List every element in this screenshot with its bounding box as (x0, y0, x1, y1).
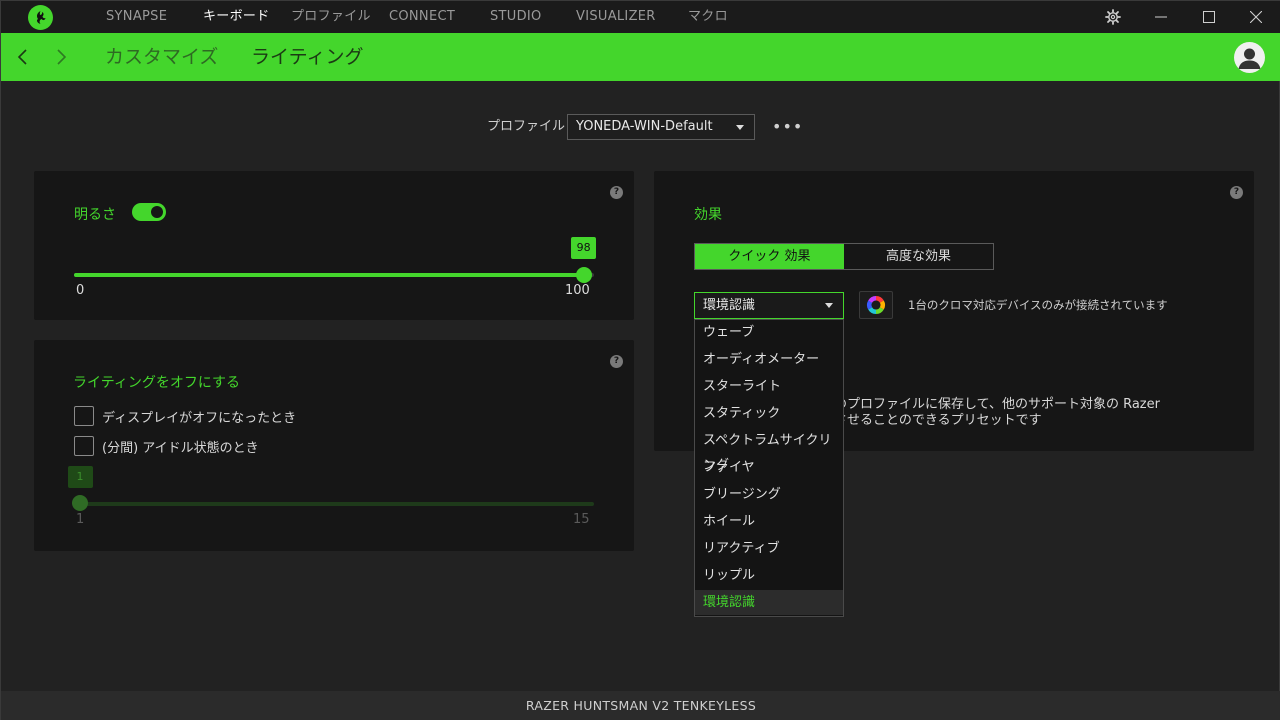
minimize-icon (1155, 16, 1167, 18)
topnav-profiles[interactable]: プロファイル (291, 1, 371, 33)
tab-quick-effects[interactable]: クイック 効果 (695, 244, 844, 269)
effect-option-ripple[interactable]: リップル (695, 563, 843, 588)
close-button[interactable] (1233, 1, 1279, 33)
idle-label: (分間) アイドル状態のとき (102, 441, 259, 456)
effect-selected-value: 環境認識 (703, 298, 756, 313)
brightness-label: 明るさ (74, 207, 116, 223)
subnav-lighting[interactable]: ライティング (251, 33, 363, 81)
profile-selected-value: YONEDA-WIN-Default (576, 119, 713, 134)
effects-title: 効果 (694, 207, 722, 223)
effect-option-breathing[interactable]: ブリージング (695, 482, 843, 507)
effect-option-starlight[interactable]: スターライト (695, 374, 843, 399)
chevron-right-icon (57, 49, 67, 65)
close-icon (1250, 11, 1262, 23)
more-options-icon[interactable]: ••• (772, 119, 802, 135)
idle-value-badge: 1 (67, 466, 93, 488)
maximize-button[interactable] (1186, 1, 1232, 33)
forward-button[interactable] (49, 45, 73, 69)
device-status-bar: RAZER HUNTSMAN V2 TENKEYLESS (1, 691, 1280, 720)
lighting-off-title: ライティングをオフにする (73, 375, 241, 391)
minimize-button[interactable] (1138, 1, 1184, 33)
idle-min-label: 1 (76, 512, 85, 527)
effect-option-spectrum-cycling[interactable]: スペクトラムサイクリング (695, 428, 843, 473)
effect-option-wave[interactable]: ウェーブ (695, 320, 843, 345)
gear-icon (1105, 9, 1121, 25)
caret-down-icon (825, 303, 833, 308)
topnav-studio[interactable]: STUDIO (490, 1, 542, 33)
maximize-icon (1203, 11, 1215, 23)
effect-description-line1: スのプロファイルに保存して、他のサポート対象の Razer (821, 397, 1160, 412)
brightness-min-label: 0 (76, 283, 85, 298)
section-header: カスタマイズ ライティング (1, 33, 1280, 81)
razer-synapse-window: SYNAPSE キーボード プロファイル CONNECT STUDIO VISU… (0, 0, 1280, 720)
display-off-label: ディスプレイがオフになったとき (102, 411, 297, 426)
back-button[interactable] (11, 45, 35, 69)
display-off-checkbox[interactable] (74, 406, 94, 426)
help-icon[interactable]: ? (1230, 186, 1243, 199)
profile-label: プロファイル (487, 119, 566, 134)
subnav-customize[interactable]: カスタマイズ (105, 33, 218, 81)
profile-dropdown[interactable]: YONEDA-WIN-Default (567, 114, 755, 140)
effect-option-ambient-awareness[interactable]: 環境認識 (695, 590, 843, 615)
tab-advanced-effects[interactable]: 高度な効果 (844, 244, 993, 269)
settings-button[interactable] (1090, 1, 1136, 33)
help-icon[interactable]: ? (610, 355, 623, 368)
effect-description: スのプロファイルに保存して、他のサポート対象の Razer 期させることのできる… (821, 397, 1160, 429)
idle-checkbox[interactable] (74, 436, 94, 456)
effect-dropdown[interactable]: 環境認識 (694, 292, 844, 319)
chroma-color-wheel-icon (866, 296, 886, 314)
idle-slider-track[interactable] (74, 502, 594, 506)
effect-option-fire[interactable]: ファイヤ (695, 455, 843, 480)
effect-option-wheel[interactable]: ホイール (695, 509, 843, 534)
brightness-max-label: 100 (565, 283, 590, 298)
brightness-toggle[interactable] (132, 203, 166, 221)
topnav-visualizer[interactable]: VISUALIZER (576, 1, 656, 33)
lighting-off-panel: ? ライティングをオフにする ディスプレイがオフになったとき (分間) アイドル… (34, 340, 634, 551)
caret-down-icon (736, 125, 744, 130)
chevron-left-icon (17, 49, 27, 65)
brightness-panel: ? 明るさ 98 0 100 (34, 171, 634, 320)
effect-description-line2: 期させることのできるプリセットです (821, 413, 1042, 428)
idle-max-label: 15 (573, 512, 590, 527)
topnav-synapse[interactable]: SYNAPSE (106, 1, 167, 33)
brightness-slider-thumb[interactable] (575, 267, 592, 283)
chroma-studio-button[interactable] (859, 291, 893, 319)
help-icon[interactable]: ? (610, 186, 623, 199)
effect-option-reactive[interactable]: リアクティブ (695, 536, 843, 561)
chroma-device-note: 1台のクロマ対応デバイスのみが接続されています (908, 298, 1168, 312)
topnav-connect[interactable]: CONNECT (389, 1, 455, 33)
effect-option-static[interactable]: スタティック (695, 401, 843, 426)
razer-logo-icon[interactable] (28, 5, 53, 30)
brightness-value-badge: 98 (571, 237, 597, 259)
topnav-keyboard[interactable]: キーボード (203, 1, 270, 33)
idle-slider-thumb[interactable] (72, 495, 88, 511)
title-bar: SYNAPSE キーボード プロファイル CONNECT STUDIO VISU… (1, 1, 1280, 33)
effects-tabs: クイック 効果 高度な効果 (694, 243, 994, 270)
effect-dropdown-list: ウェーブ オーディオメーター スターライト スタティック スペクトラムサイクリン… (694, 319, 844, 617)
effect-option-audio-meter[interactable]: オーディオメーター (695, 347, 843, 372)
topnav-macro[interactable]: マクロ (688, 1, 728, 33)
user-icon (1238, 48, 1261, 69)
user-avatar[interactable] (1234, 42, 1265, 73)
brightness-slider-fill (74, 273, 584, 277)
toggle-knob (151, 206, 163, 218)
